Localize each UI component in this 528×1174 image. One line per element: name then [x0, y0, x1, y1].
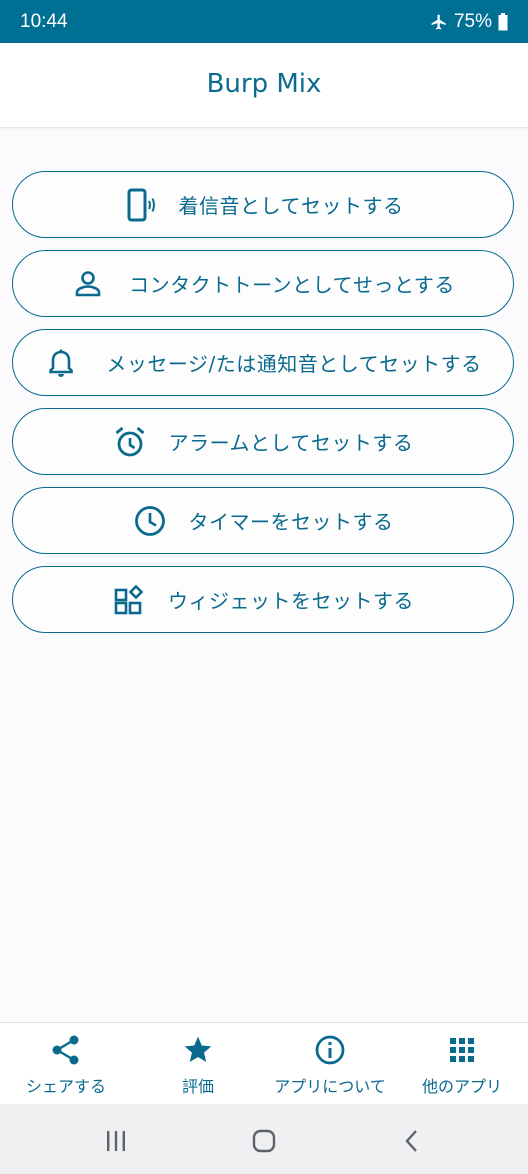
status-bar: 10:44 75% [0, 0, 528, 43]
bottom-navigation: シェアする 評価 アプリについて 他のアプリ [0, 1022, 528, 1105]
info-icon [314, 1033, 346, 1067]
set-contact-tone-button[interactable]: コンタクトトーンとしてせっとする [12, 250, 514, 317]
alarm-clock-icon [113, 425, 147, 459]
nav-share[interactable]: シェアする [0, 1023, 132, 1105]
home-icon[interactable] [244, 1126, 284, 1156]
system-navigation-bar [0, 1104, 528, 1174]
share-icon [50, 1033, 82, 1067]
set-widget-button[interactable]: ウィジェットをセットする [12, 566, 514, 633]
action-label: 着信音としてセットする [178, 194, 404, 218]
star-icon [182, 1033, 214, 1067]
action-label: メッセージ/たは通知音としてセットする [106, 352, 482, 376]
nav-label: 他のアプリ [421, 1077, 502, 1096]
status-time: 10:44 [20, 11, 68, 32]
status-indicators: 75% [430, 11, 508, 33]
back-icon[interactable] [392, 1126, 432, 1156]
recent-apps-icon[interactable] [96, 1126, 136, 1156]
phone-ringtone-icon [123, 188, 157, 222]
nav-about[interactable]: アプリについて [264, 1023, 396, 1105]
nav-label: シェアする [25, 1077, 106, 1096]
nav-label: 評価 [181, 1077, 214, 1096]
set-alarm-button[interactable]: アラームとしてセットする [12, 408, 514, 475]
airplane-mode-icon [430, 13, 448, 31]
battery-icon [498, 13, 508, 31]
action-label: タイマーをセットする [188, 510, 394, 534]
set-timer-button[interactable]: タイマーをセットする [12, 487, 514, 554]
clock-icon [133, 504, 167, 538]
set-ringtone-button[interactable]: 着信音としてセットする [12, 171, 514, 238]
action-label: ウィジェットをセットする [168, 589, 414, 613]
page-title: Burp Mix [206, 69, 322, 99]
nav-other-apps[interactable]: 他のアプリ [396, 1023, 528, 1105]
set-notification-button[interactable]: メッセージ/たは通知音としてセットする [12, 329, 514, 396]
nav-rate[interactable]: 評価 [132, 1023, 264, 1105]
contact-person-icon [71, 267, 105, 301]
nav-label: アプリについて [274, 1077, 386, 1096]
apps-grid-icon [448, 1033, 476, 1067]
bell-icon [44, 346, 78, 380]
widgets-icon [112, 583, 146, 617]
action-label: コンタクトトーンとしてせっとする [129, 273, 455, 297]
action-label: アラームとしてセットする [168, 431, 414, 455]
battery-percent: 75% [453, 11, 492, 32]
app-header: Burp Mix [0, 43, 528, 128]
